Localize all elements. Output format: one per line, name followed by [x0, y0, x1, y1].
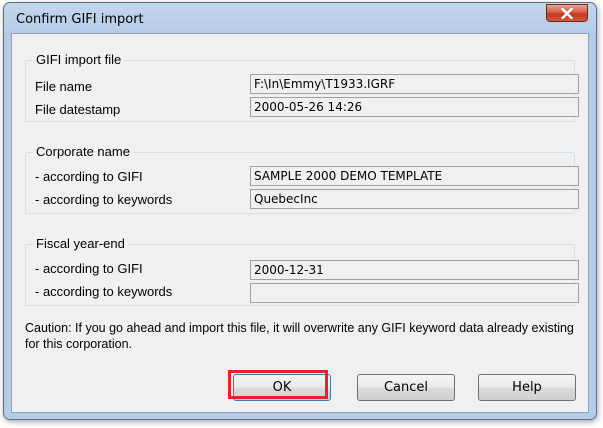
- caution-message: Caution: If you go ahead and import this…: [25, 321, 574, 351]
- group-title-fiscal-year-end: Fiscal year-end: [33, 236, 128, 252]
- group-title-gifi-import-file: GIFI import file: [33, 52, 125, 68]
- fiscal-year-end-keywords-field: [250, 283, 579, 303]
- fiscal-year-end-gifi-label: - according to GIFI: [35, 261, 143, 276]
- corporate-name-keywords-field: QuebecInc: [250, 189, 579, 209]
- title-bar[interactable]: Confirm GIFI import: [4, 3, 596, 33]
- close-button[interactable]: [546, 4, 588, 22]
- fiscal-year-end-group: Fiscal year-end - according to GIFI 2000…: [25, 236, 579, 306]
- fiscal-year-end-keywords-label: - according to keywords: [35, 284, 173, 299]
- help-button[interactable]: Help: [478, 374, 576, 401]
- corporate-name-gifi-field: SAMPLE 2000 DEMO TEMPLATE: [250, 166, 579, 186]
- ok-button[interactable]: OK: [233, 374, 331, 401]
- close-icon: [561, 8, 573, 19]
- corporate-name-gifi-label: - according to GIFI: [35, 169, 143, 184]
- file-datestamp-field: 2000-05-26 14:26: [250, 97, 579, 117]
- file-datestamp-label: File datestamp: [35, 102, 121, 117]
- file-name-label: File name: [35, 79, 93, 94]
- gifi-import-file-group: GIFI import file File name F:\In\Emmy\T1…: [25, 52, 579, 122]
- dialog-title: Confirm GIFI import: [16, 12, 144, 27]
- cancel-button[interactable]: Cancel: [357, 374, 455, 401]
- corporate-name-group: Corporate name - according to GIFI SAMPL…: [25, 144, 579, 214]
- file-name-field: F:\In\Emmy\T1933.IGRF: [250, 74, 579, 94]
- group-title-corporate-name: Corporate name: [33, 144, 133, 160]
- fiscal-year-end-gifi-field: 2000-12-31: [250, 260, 579, 280]
- corporate-name-keywords-label: - according to keywords: [35, 192, 173, 207]
- dialog-client-area: GIFI import file File name F:\In\Emmy\T1…: [11, 33, 589, 413]
- dialog-window: Confirm GIFI import GIFI import file Fil…: [3, 2, 597, 420]
